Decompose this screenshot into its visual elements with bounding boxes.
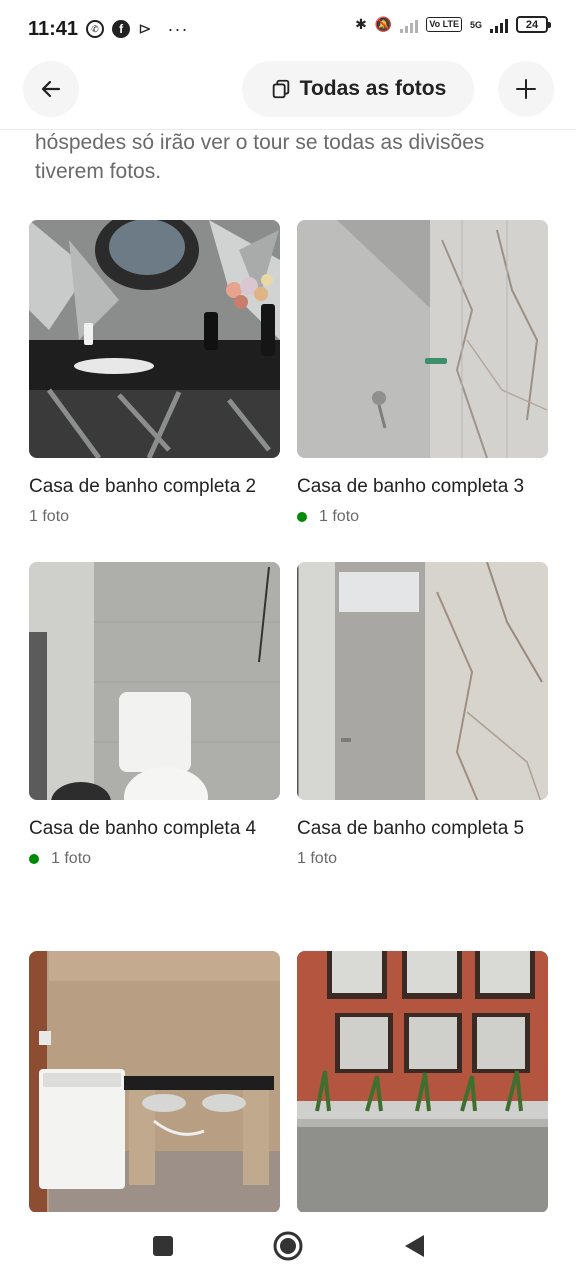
status-dot-icon bbox=[297, 512, 307, 522]
room-photo[interactable] bbox=[297, 562, 548, 800]
photo-count-text: 1 foto bbox=[319, 508, 360, 525]
back-triangle-icon bbox=[405, 1235, 424, 1257]
bathroom-sink-photo bbox=[29, 220, 280, 458]
photo-count-text: 1 foto bbox=[51, 850, 92, 867]
room-card-bathroom-4[interactable]: Casa de banho completa 4 1 foto bbox=[29, 562, 280, 867]
top-app-bar: Todas as fotos bbox=[0, 58, 576, 130]
mute-icon: 🔕 bbox=[374, 16, 393, 32]
room-photo-count: 1 foto bbox=[297, 508, 359, 526]
status-right: ✱ 🔕 Vo LTE 5G 24 bbox=[355, 16, 551, 33]
room-photo[interactable] bbox=[297, 951, 548, 1213]
room-photo[interactable] bbox=[297, 220, 548, 458]
room-photo-count: 1 foto bbox=[297, 850, 337, 868]
room-title: Casa de banho completa 3 bbox=[297, 476, 525, 497]
battery-icon: 24 bbox=[516, 16, 551, 33]
recents-square-icon bbox=[153, 1236, 173, 1256]
bluetooth-icon: ✱ bbox=[355, 16, 367, 32]
room-photo[interactable] bbox=[29, 562, 280, 800]
room-card-exterior[interactable] bbox=[297, 951, 548, 1213]
wifi-signal-icon bbox=[400, 17, 419, 33]
room-card-laundry[interactable] bbox=[29, 951, 280, 1213]
battery-level: 24 bbox=[525, 18, 539, 31]
cell-signal-icon bbox=[490, 17, 508, 33]
photo-count-text: 1 foto bbox=[29, 508, 70, 525]
system-nav-bar bbox=[0, 1212, 576, 1280]
back-button[interactable] bbox=[23, 61, 79, 117]
volte-icon: Vo LTE bbox=[426, 17, 462, 32]
all-photos-button[interactable]: Todas as fotos bbox=[242, 61, 474, 117]
home-circle-icon bbox=[273, 1231, 303, 1261]
room-card-bathroom-3[interactable]: Casa de banho completa 3 1 foto bbox=[297, 220, 548, 525]
room-photo-count: 1 foto bbox=[29, 850, 91, 868]
room-card-bathroom-2[interactable]: Casa de banho completa 2 1 foto bbox=[29, 220, 280, 525]
room-card-bathroom-5[interactable]: Casa de banho completa 5 1 foto bbox=[297, 562, 548, 867]
facebook-icon: f bbox=[112, 20, 131, 38]
play-icon: ⊳ bbox=[138, 21, 152, 38]
room-photo[interactable] bbox=[29, 951, 280, 1213]
copy-icon bbox=[272, 79, 289, 99]
room-title: Casa de banho completa 5 bbox=[297, 818, 525, 839]
home-button[interactable] bbox=[272, 1230, 304, 1262]
exterior-photo bbox=[297, 951, 548, 1213]
all-photos-label: Todas as fotos bbox=[299, 77, 447, 100]
status-bar: 11:41 ✆ f ⊳ ··· ✱ 🔕 Vo LTE 5G 24 bbox=[0, 0, 576, 58]
notification-icons: ✆ f ⊳ ··· bbox=[86, 19, 188, 40]
room-title: Casa de banho completa 4 bbox=[29, 818, 257, 839]
intro-text: hóspedes só irão ver o tour se todas as … bbox=[35, 131, 485, 183]
add-button[interactable] bbox=[498, 61, 554, 117]
shower-door-photo bbox=[297, 562, 548, 800]
photo-count-text: 1 foto bbox=[297, 850, 338, 867]
toilet-photo bbox=[29, 562, 280, 800]
status-dot-icon bbox=[29, 854, 39, 864]
laundry-photo bbox=[29, 951, 280, 1213]
system-back-button[interactable] bbox=[398, 1230, 430, 1262]
network-type: 5G bbox=[469, 19, 482, 30]
shower-photo bbox=[297, 220, 548, 458]
status-time: 11:41 bbox=[28, 17, 79, 40]
room-photo-count: 1 foto bbox=[29, 508, 69, 526]
more-notifications-icon: ··· bbox=[167, 18, 189, 39]
arrow-left-icon bbox=[41, 80, 61, 98]
plus-icon bbox=[516, 79, 536, 99]
recents-button[interactable] bbox=[147, 1230, 179, 1262]
room-photo[interactable] bbox=[29, 220, 280, 458]
whatsapp-icon: ✆ bbox=[86, 20, 105, 38]
room-title: Casa de banho completa 2 bbox=[29, 476, 257, 497]
